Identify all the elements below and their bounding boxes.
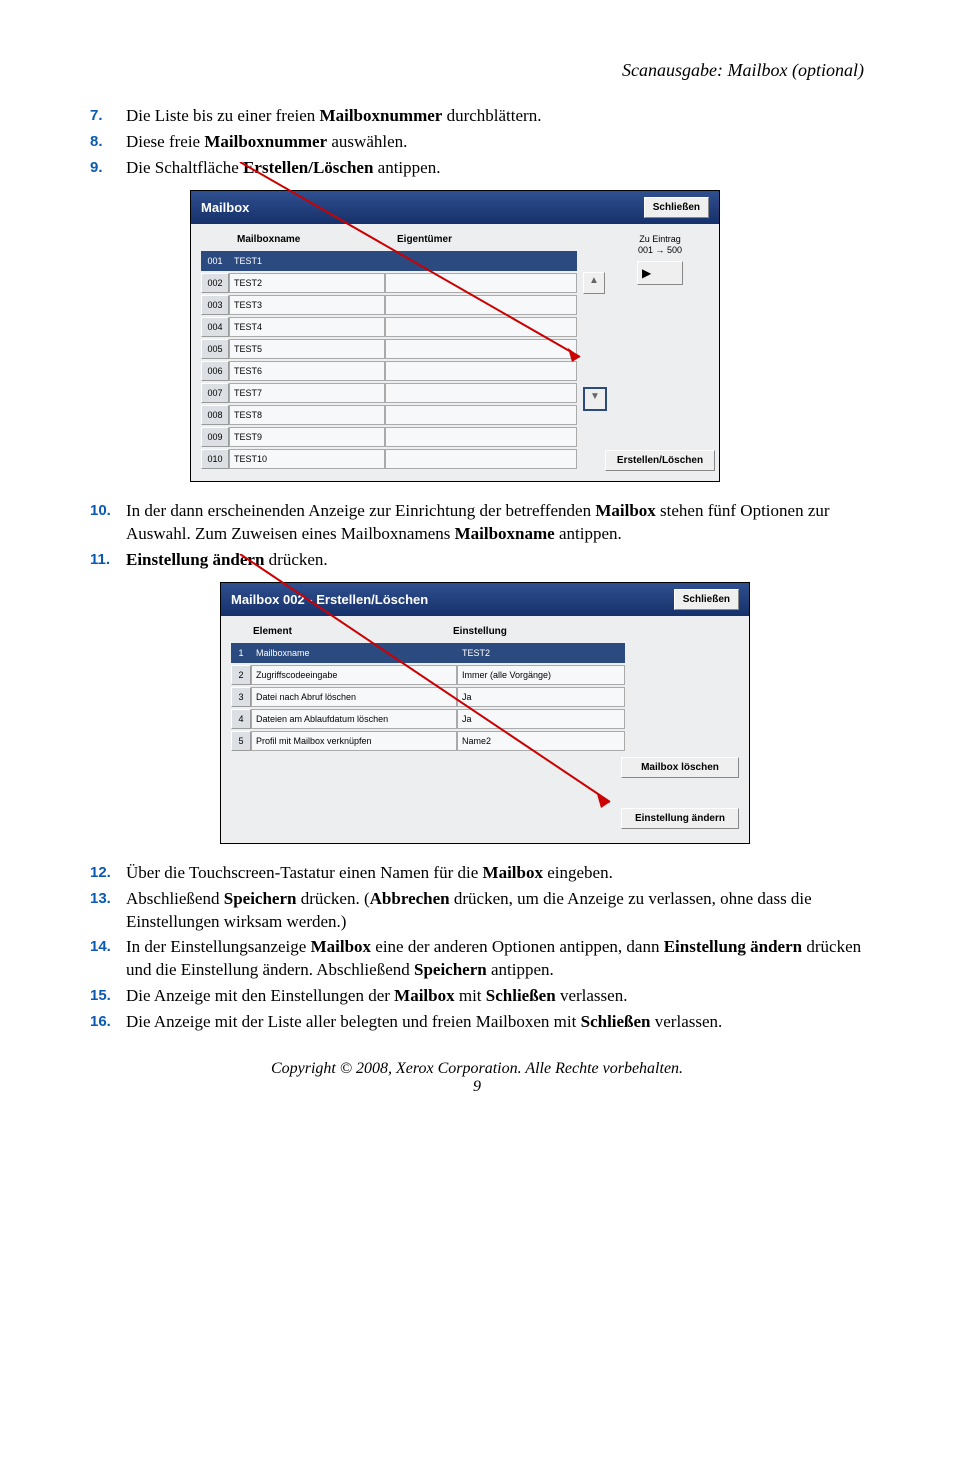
page-header: Scanausgabe: Mailbox (optional) [90,60,864,81]
page-number: 9 [90,1078,864,1096]
step-text: Die Anzeige mit den Einstellungen der Ma… [126,985,864,1008]
step-text: Abschließend Speichern drücken. (Abbrech… [126,888,864,934]
scroll-up-button[interactable]: ▲ [583,272,605,294]
mailbox-row[interactable]: 008TEST8 [201,405,577,425]
step-num: 8. [90,131,126,154]
step-list: 12.Über die Touchscreen-Tastatur einen N… [90,862,864,1035]
copyright: Copyright © 2008, Xerox Corporation. All… [90,1060,864,1078]
setting-row[interactable]: 5Profil mit Mailbox verknüpfenName2 [231,731,625,751]
step-text: In der Einstellungsanzeige Mailbox eine … [126,936,864,982]
scroll-down-button[interactable]: ▼ [583,387,607,411]
mailbox-row[interactable]: 005TEST5 [201,339,577,359]
step-num: 9. [90,157,126,180]
step-num: 13. [90,888,126,934]
figure-2: Mailbox 002 - Erstellen/Löschen Schließe… [220,582,750,844]
step-num: 16. [90,1011,126,1034]
step-num: 14. [90,936,126,982]
mailbox-row[interactable]: 007TEST7 [201,383,577,403]
setting-row[interactable]: 4Dateien am Ablaufdatum löschenJa [231,709,625,729]
step-text: Die Schaltfläche Erstellen/Löschen antip… [126,157,864,180]
mailbox-row[interactable]: 002TEST2 [201,273,577,293]
setting-row[interactable]: 3Datei nach Abruf löschenJa [231,687,625,707]
step-num: 10. [90,500,126,546]
step-text: In der dann erscheinenden Anzeige zur Ei… [126,500,864,546]
mailbox-row[interactable]: 006TEST6 [201,361,577,381]
step-num: 7. [90,105,126,128]
col-owner: Eigentümer [397,234,577,245]
step-text: Über die Touchscreen-Tastatur einen Name… [126,862,864,885]
step-text: Diese freie Mailboxnummer auswählen. [126,131,864,154]
mailbox-row[interactable]: 001TEST1 [201,251,577,271]
step-text: Einstellung ändern drücken. [126,549,864,572]
create-delete-button[interactable]: Erstellen/Löschen [605,450,715,471]
close-button[interactable]: Schließen [644,197,709,218]
col-setting: Einstellung [453,626,625,637]
step-num: 11. [90,549,126,572]
mailbox-row[interactable]: 004TEST4 [201,317,577,337]
close-button[interactable]: Schließen [674,589,739,610]
mailbox-row[interactable]: 009TEST9 [201,427,577,447]
goto-label: Zu Eintrag 001 → 500 [638,234,682,256]
mailbox-row[interactable]: 003TEST3 [201,295,577,315]
step-num: 15. [90,985,126,1008]
figure-1: Mailbox Schließen Mailboxname Eigentümer… [190,190,720,482]
change-setting-button[interactable]: Einstellung ändern [621,808,739,829]
col-mailboxname: Mailboxname [237,234,397,245]
step-text: Die Anzeige mit der Liste aller belegten… [126,1011,864,1034]
dialog-title: Mailbox 002 - Erstellen/Löschen [231,592,428,607]
dialog-title: Mailbox [201,200,249,215]
setting-row[interactable]: 2ZugriffscodeeingabeImmer (alle Vorgänge… [231,665,625,685]
delete-mailbox-button[interactable]: Mailbox löschen [621,757,739,778]
goto-button[interactable]: ▶ [637,261,683,285]
step-num: 12. [90,862,126,885]
step-list: 7.Die Liste bis zu einer freien Mailboxn… [90,105,864,180]
step-text: Die Liste bis zu einer freien Mailboxnum… [126,105,864,128]
step-list: 10.In der dann erscheinenden Anzeige zur… [90,500,864,572]
col-element: Element [253,626,453,637]
mailbox-row[interactable]: 010TEST10 [201,449,577,469]
setting-row[interactable]: 1MailboxnameTEST2 [231,643,625,663]
